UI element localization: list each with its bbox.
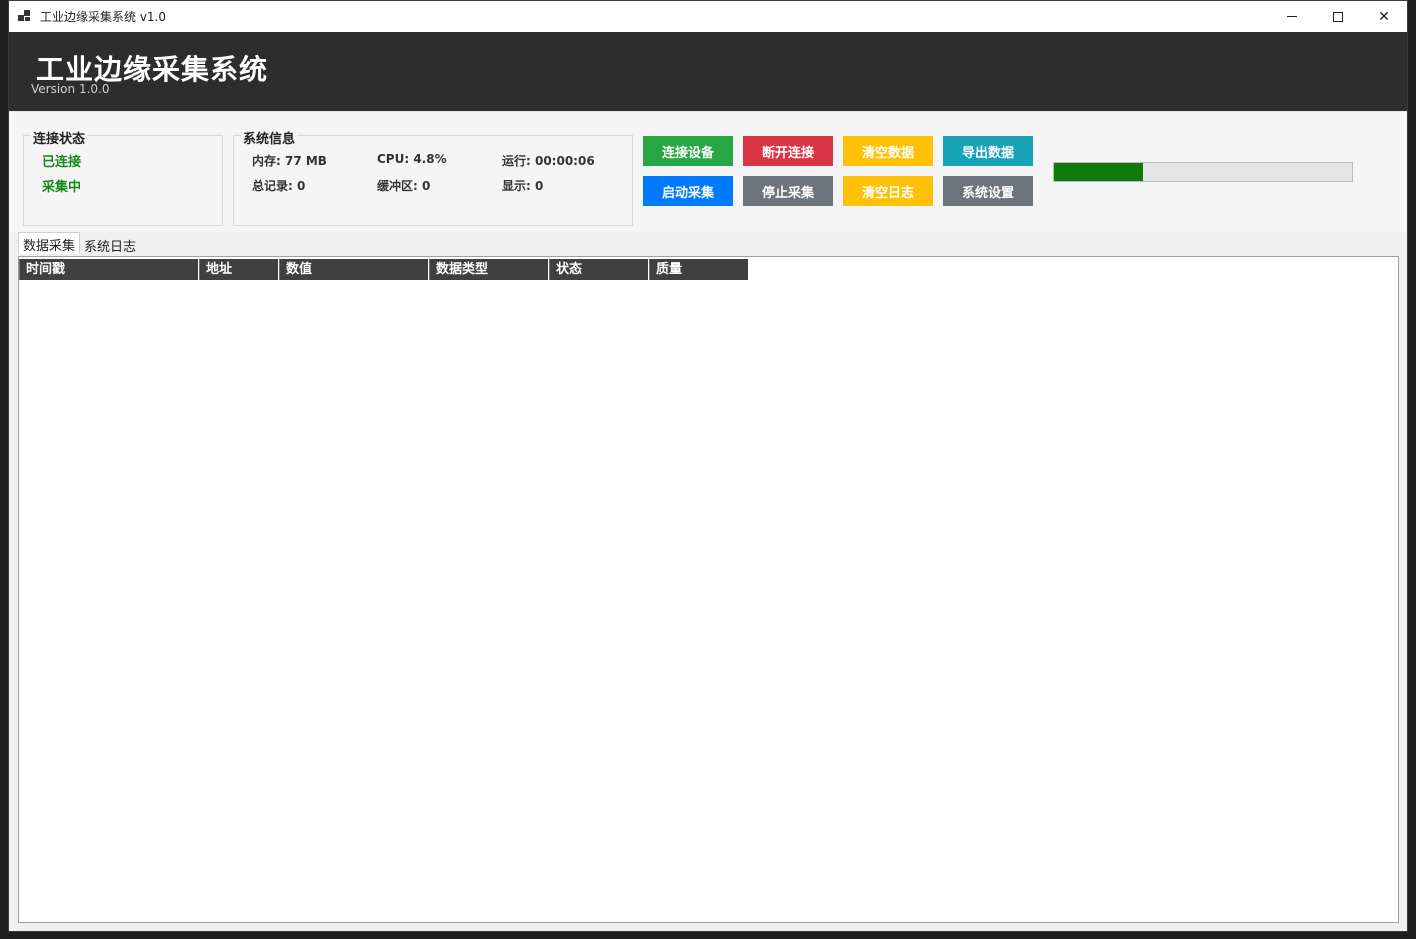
cpu-info: CPU: 4.8% bbox=[377, 152, 447, 166]
system-info-group: 系统信息 内存: 77 MB CPU: 4.8% 运行: 00:00:06 总记… bbox=[233, 128, 633, 226]
display-count-info: 显示: 0 bbox=[502, 179, 544, 193]
stop-collection-button[interactable]: 停止采集 bbox=[743, 176, 833, 206]
progress-bar bbox=[1053, 162, 1353, 182]
app-window: 工业边缘采集系统 v1.0 ✕ 工业边缘采集系统 Version 1.0.0 连… bbox=[8, 0, 1408, 932]
buffer-info: 缓冲区: 0 bbox=[377, 179, 431, 193]
maximize-button[interactable] bbox=[1315, 1, 1361, 32]
collecting-status: 采集中 bbox=[42, 180, 82, 195]
connected-status: 已连接 bbox=[42, 155, 82, 170]
connection-status-legend: 连接状态 bbox=[31, 128, 88, 147]
minimize-button[interactable] bbox=[1269, 1, 1315, 32]
grid-header: 时间戳 地址 数值 数据类型 状态 质量 bbox=[19, 259, 749, 280]
column-header-quality[interactable]: 质量 bbox=[649, 259, 749, 280]
connection-status-group: 连接状态 已连接 采集中 bbox=[23, 128, 223, 226]
maximize-icon bbox=[1333, 11, 1343, 22]
clear-log-button[interactable]: 清空日志 bbox=[843, 176, 933, 206]
column-header-value[interactable]: 数值 bbox=[279, 259, 429, 280]
total-records-info: 总记录: 0 bbox=[252, 179, 306, 193]
version-label: Version 1.0.0 bbox=[31, 82, 110, 96]
control-panel: 连接状态 已连接 采集中 系统信息 内存: 77 MB CPU: 4.8% 运行… bbox=[9, 111, 1407, 232]
data-grid-panel[interactable]: 时间戳 地址 数值 数据类型 状态 质量 bbox=[18, 256, 1399, 923]
column-header-address[interactable]: 地址 bbox=[199, 259, 279, 280]
clear-data-button[interactable]: 清空数据 bbox=[843, 136, 933, 166]
tab-data-collection[interactable]: 数据采集 bbox=[18, 232, 81, 254]
disconnect-button[interactable]: 断开连接 bbox=[743, 136, 833, 166]
column-header-timestamp[interactable]: 时间戳 bbox=[19, 259, 199, 280]
column-header-status[interactable]: 状态 bbox=[549, 259, 649, 280]
progress-fill bbox=[1054, 163, 1144, 181]
start-collection-button[interactable]: 启动采集 bbox=[643, 176, 733, 206]
export-data-button[interactable]: 导出数据 bbox=[943, 136, 1033, 166]
system-settings-button[interactable]: 系统设置 bbox=[943, 176, 1033, 206]
tab-system-log[interactable]: 系统日志 bbox=[80, 234, 141, 255]
minimize-icon bbox=[1287, 16, 1297, 17]
tab-strip: 数据采集 系统日志 bbox=[18, 232, 141, 255]
system-info-legend: 系统信息 bbox=[241, 128, 298, 147]
app-header: 工业边缘采集系统 Version 1.0.0 bbox=[9, 32, 1407, 111]
connect-device-button[interactable]: 连接设备 bbox=[643, 136, 733, 166]
close-icon: ✕ bbox=[1378, 8, 1390, 25]
app-icon bbox=[18, 9, 32, 24]
window-title: 工业边缘采集系统 v1.0 bbox=[40, 10, 167, 24]
column-header-data-type[interactable]: 数据类型 bbox=[429, 259, 549, 280]
title-bar[interactable]: 工业边缘采集系统 v1.0 ✕ bbox=[9, 1, 1407, 32]
background-edge-left bbox=[0, 0, 8, 939]
runtime-info: 运行: 00:00:06 bbox=[502, 154, 595, 168]
memory-info: 内存: 77 MB bbox=[252, 154, 327, 168]
background-edge-right bbox=[1408, 0, 1416, 939]
close-button[interactable]: ✕ bbox=[1361, 1, 1407, 32]
